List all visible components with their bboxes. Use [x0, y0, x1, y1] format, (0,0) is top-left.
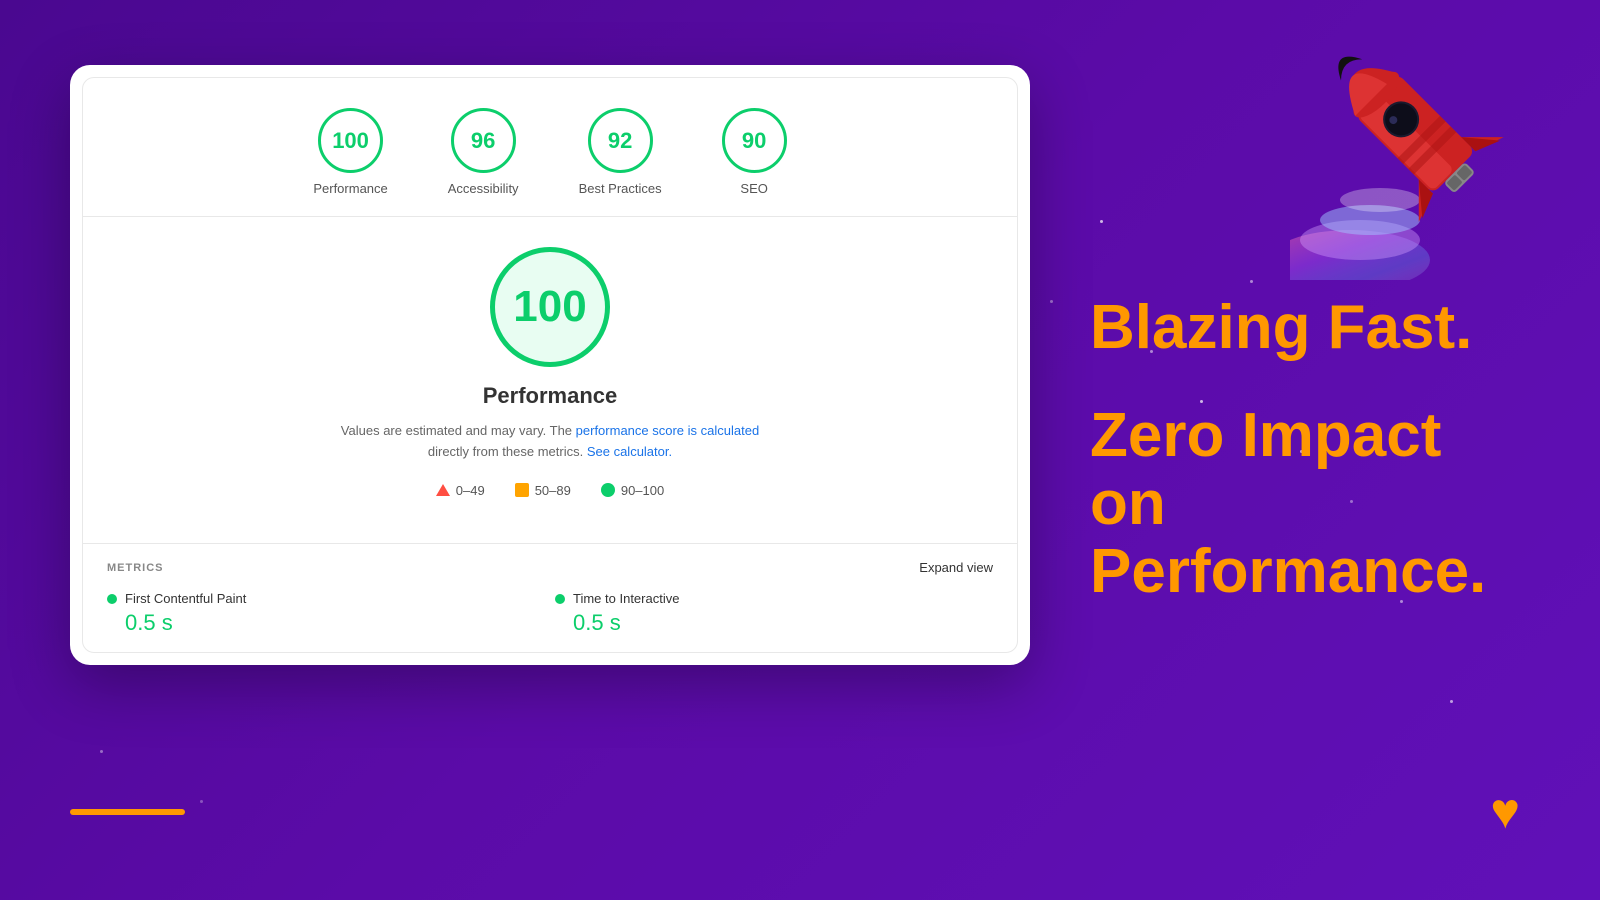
score-value-best-practices: 92: [608, 128, 632, 154]
green-circle-icon: [601, 483, 615, 497]
card-inner: 100 Performance 96 Accessibility 92 Best…: [82, 77, 1018, 653]
score-circle-performance: 100: [318, 108, 383, 173]
metrics-label: METRICS: [107, 562, 164, 574]
score-value-performance: 100: [332, 128, 369, 154]
description-middle: directly from these metrics.: [428, 444, 583, 459]
red-triangle-icon: [436, 484, 450, 496]
score-value-seo: 90: [742, 128, 766, 154]
metric-label-tti: Time to Interactive: [573, 591, 679, 606]
orange-line-decoration: [70, 809, 185, 815]
big-score-circle: 100: [490, 247, 610, 367]
score-item-performance: 100 Performance: [313, 108, 387, 196]
metric-value-fcp: 0.5 s: [107, 610, 545, 636]
metrics-header: METRICS Expand view: [107, 560, 993, 575]
rocket-svg: [1290, 0, 1570, 280]
orange-square-icon: [515, 483, 529, 497]
score-circle-best-practices: 92: [588, 108, 653, 173]
link2-text: See calculator.: [587, 444, 672, 459]
score-label-seo: SEO: [740, 181, 767, 196]
legend-item-red: 0–49: [436, 483, 485, 498]
metric-name-tti: Time to Interactive: [555, 591, 993, 606]
main-content: 100 Performance Values are estimated and…: [83, 217, 1017, 543]
blazing-fast-heading: Blazing Fast.: [1090, 294, 1520, 362]
score-item-accessibility: 96 Accessibility: [448, 108, 519, 196]
score-label-performance: Performance: [313, 181, 387, 196]
heart-icon: ♥: [1490, 782, 1520, 840]
metric-item-tti: Time to Interactive 0.5 s: [555, 591, 993, 636]
description-text: Values are estimated and may vary. The p…: [341, 421, 759, 463]
metrics-section: METRICS Expand view First Contentful Pai…: [83, 543, 1017, 652]
metric-value-tti: 0.5 s: [555, 610, 993, 636]
lighthouse-card: 100 Performance 96 Accessibility 92 Best…: [70, 65, 1030, 665]
big-score-value: 100: [513, 282, 586, 332]
score-circle-seo: 90: [722, 108, 787, 173]
score-label-best-practices: Best Practices: [579, 181, 662, 196]
legend: 0–49 50–89 90–100: [436, 483, 664, 498]
main-score-title: Performance: [483, 383, 618, 409]
score-row: 100 Performance 96 Accessibility 92 Best…: [83, 78, 1017, 217]
metric-dot-fcp: [107, 594, 117, 604]
score-item-best-practices: 92 Best Practices: [579, 108, 662, 196]
legend-item-orange: 50–89: [515, 483, 571, 498]
score-item-seo: 90 SEO: [722, 108, 787, 196]
legend-range-green: 90–100: [621, 483, 664, 498]
score-label-accessibility: Accessibility: [448, 181, 519, 196]
description-prefix: Values are estimated and may vary. The: [341, 423, 572, 438]
score-value-accessibility: 96: [471, 128, 495, 154]
score-circle-accessibility: 96: [451, 108, 516, 173]
metric-name-fcp: First Contentful Paint: [107, 591, 545, 606]
legend-item-green: 90–100: [601, 483, 664, 498]
metric-label-fcp: First Contentful Paint: [125, 591, 246, 606]
legend-range-red: 0–49: [456, 483, 485, 498]
metrics-grid: First Contentful Paint 0.5 s Time to Int…: [107, 591, 993, 636]
see-calculator-link[interactable]: See calculator.: [587, 444, 672, 459]
expand-view-button[interactable]: Expand view: [919, 560, 993, 575]
rocket-illustration: [1290, 0, 1570, 280]
zero-impact-heading: Zero Impact on Performance.: [1090, 402, 1520, 607]
metric-item-fcp: First Contentful Paint 0.5 s: [107, 591, 545, 636]
metric-dot-tti: [555, 594, 565, 604]
performance-score-link[interactable]: performance score is calculated: [576, 423, 760, 438]
link1-text: performance score is calculated: [576, 423, 760, 438]
legend-range-orange: 50–89: [535, 483, 571, 498]
